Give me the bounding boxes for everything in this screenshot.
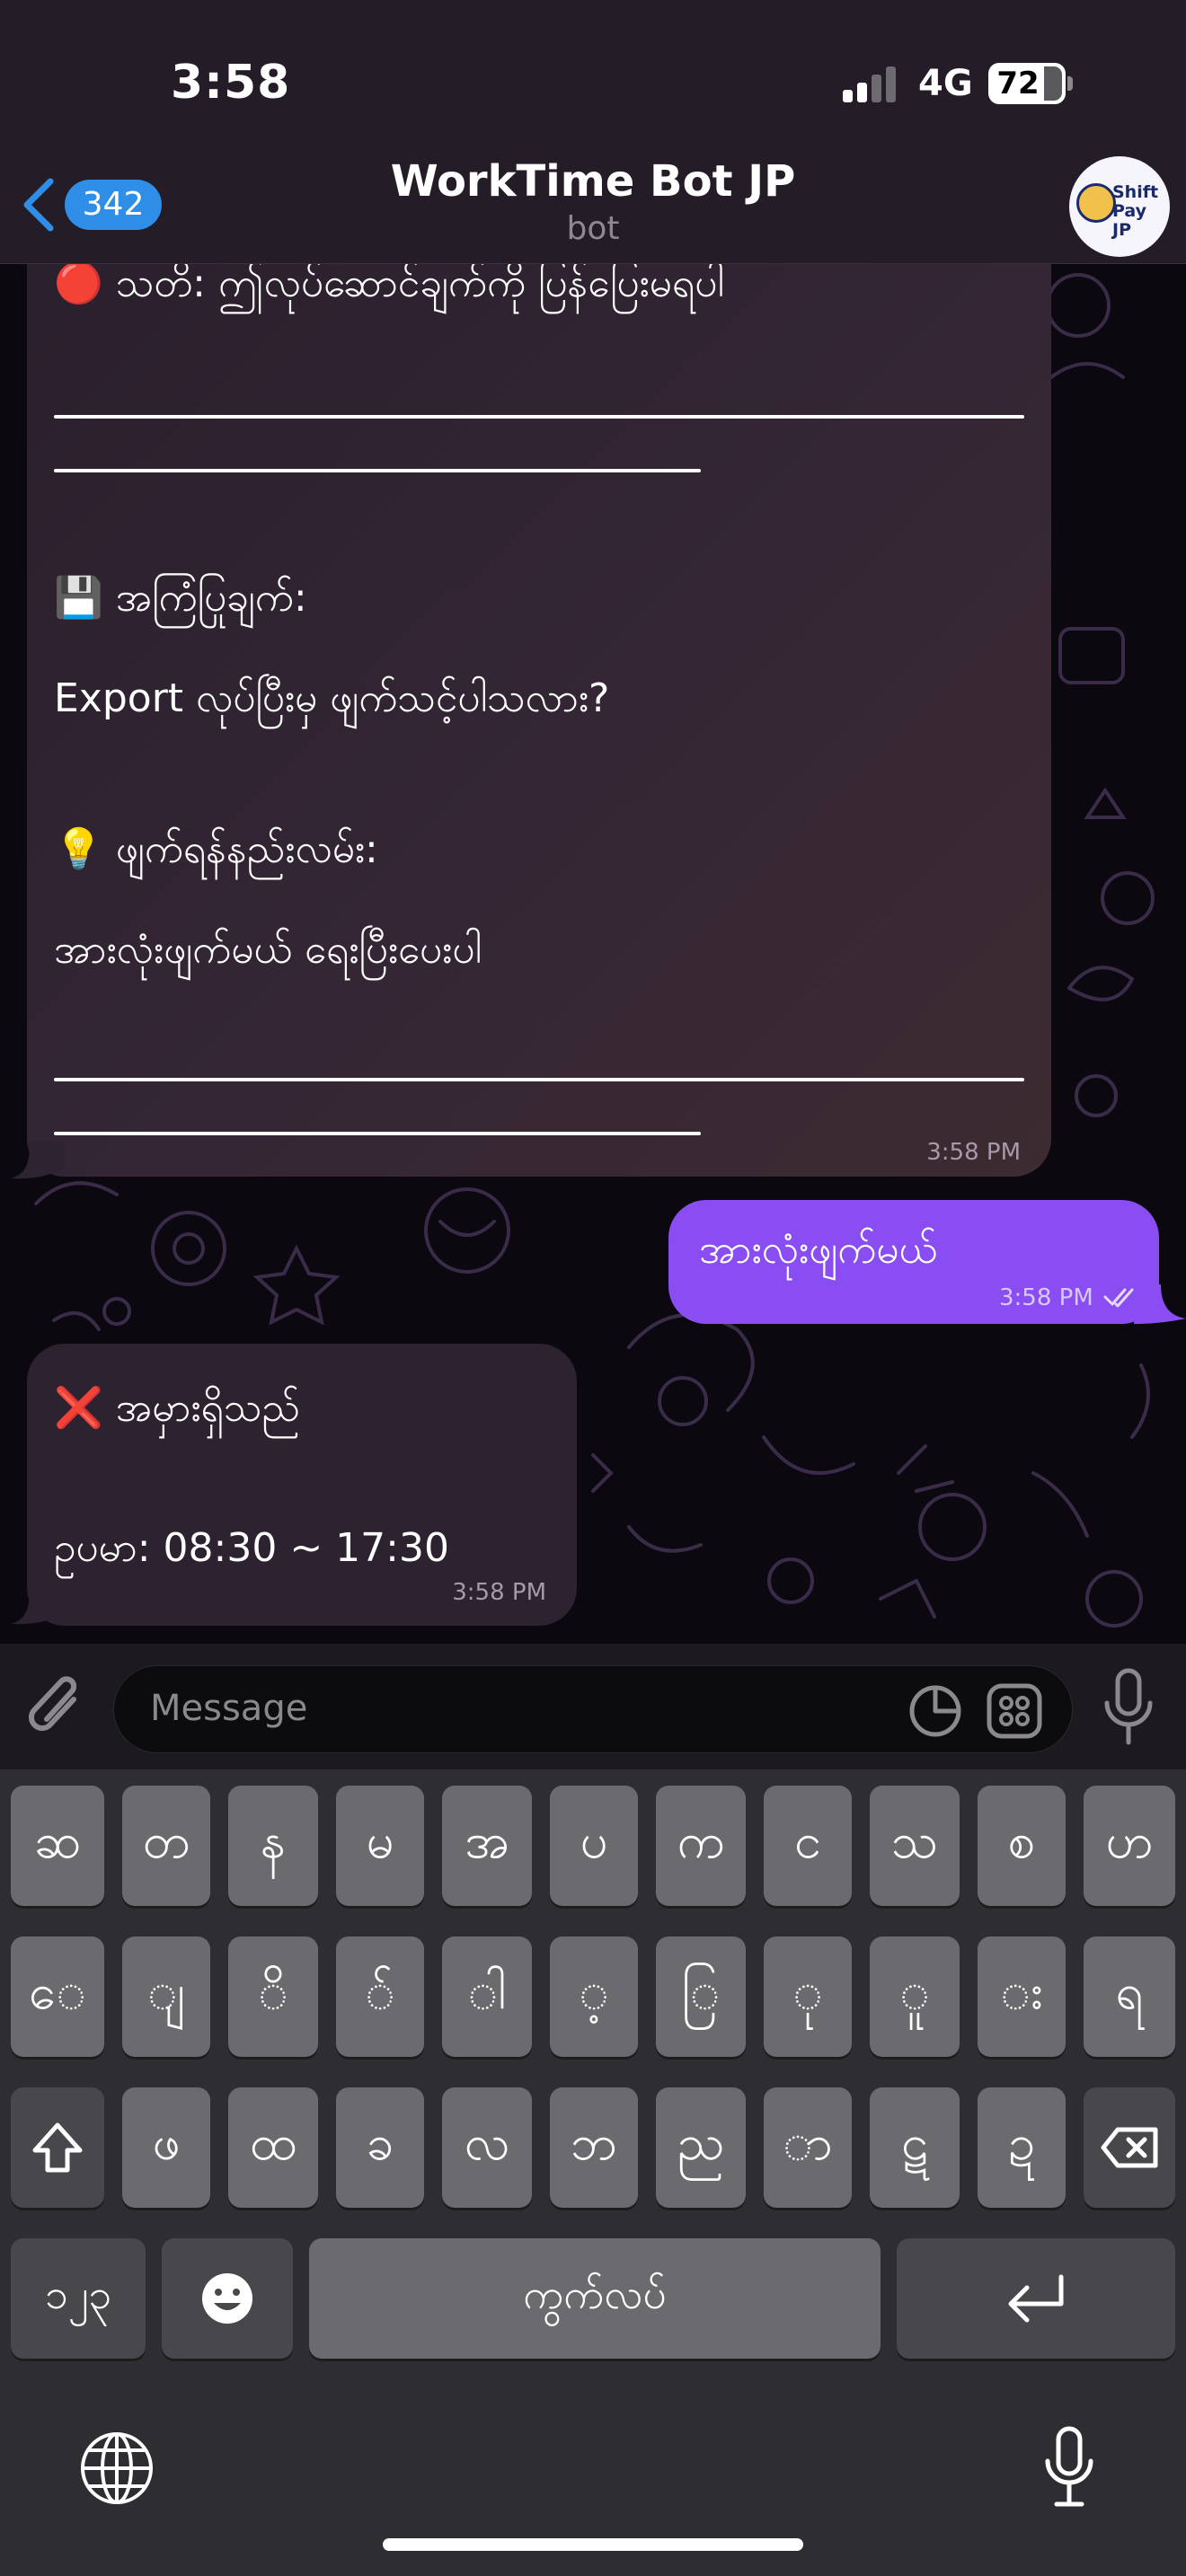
backspace-key[interactable] (1084, 2087, 1175, 2208)
method-text: အားလုံးဖျက်မယ် ရေးပြီးပေးပါ (54, 927, 482, 973)
method-heading: 💡 ဖျက်ရန်နည်းလမ်း: (54, 826, 378, 872)
sticker-icon[interactable] (907, 1682, 964, 1740)
key[interactable]: ည (656, 2087, 746, 2208)
shift-arrow-icon (32, 2122, 83, 2173)
bot-avatar[interactable]: Shift Pay JP (1069, 156, 1170, 257)
key[interactable]: း (978, 1936, 1066, 2057)
message-time: 3:58 PM (452, 1579, 546, 1606)
chat-subtitle: bot (566, 210, 620, 247)
battery-level: 72 (996, 66, 1040, 101)
battery-icon: 72 (988, 63, 1075, 106)
key[interactable]: ရ (1084, 1936, 1175, 2057)
message-composer: Message (0, 1644, 1186, 1769)
chat-header: 3:58 4G 72 342 WorkTime Bot JP bot Shift… (0, 0, 1186, 264)
key[interactable]: ါ (442, 1936, 532, 2057)
key[interactable]: ဋ (870, 2087, 960, 2208)
message-input[interactable]: Message (113, 1665, 1073, 1753)
key[interactable]: လ (442, 2087, 532, 2208)
key[interactable]: ာ (764, 2087, 852, 2208)
dictation-mic-icon[interactable] (1042, 2425, 1096, 2510)
key[interactable]: ် (336, 1936, 424, 2057)
key[interactable]: ထ (228, 2087, 318, 2208)
key[interactable]: အ (442, 1786, 532, 1906)
key[interactable]: တ (122, 1786, 210, 1906)
key[interactable]: ဖ (122, 2087, 210, 2208)
key[interactable]: န (228, 1786, 318, 1906)
key[interactable]: ပ (550, 1786, 638, 1906)
message-placeholder: Message (150, 1688, 308, 1729)
key[interactable]: ဘ (550, 2087, 638, 2208)
coin-icon (1076, 183, 1116, 223)
bubble-tail (11, 1586, 65, 1625)
advice-heading: 💾 အကြံပြုချက်: (54, 575, 307, 621)
backspace-icon (1101, 2127, 1158, 2168)
shift-key[interactable] (11, 2087, 104, 2208)
microphone-icon[interactable] (1100, 1667, 1157, 1750)
key[interactable]: ့ (550, 1936, 638, 2057)
bot-message-bubble[interactable]: 🔴 သတိ: ဤလုပ်ဆောင်ချက်ကို ပြန်ပြေးမရပါ 💾 … (27, 207, 1051, 1177)
bot-error-bubble[interactable]: ❌ အမှားရှိသည် ဥပမာ: 08:30 ~ 17:30 3:58 P… (27, 1344, 577, 1626)
key[interactable]: ခ (336, 2087, 424, 2208)
warning-line: 🔴 သတိ: ဤလုပ်ဆောင်ချက်ကို ပြန်ပြေးမရပါ (54, 260, 724, 306)
key[interactable]: က (656, 1786, 746, 1906)
key[interactable]: ေ (11, 1936, 104, 2057)
bubble-tail (1134, 1284, 1186, 1324)
avatar-logo-text: Shift Pay JP (1112, 182, 1159, 240)
message-time: 3:58 PM (999, 1284, 1093, 1311)
key[interactable]: စ (978, 1786, 1066, 1906)
user-message-text: အားလုံးဖျက်မယ် (699, 1227, 938, 1273)
divider-line (54, 415, 1024, 419)
divider-line (54, 469, 701, 472)
paperclip-icon[interactable] (25, 1672, 90, 1744)
globe-icon[interactable] (79, 2430, 155, 2506)
home-indicator[interactable] (383, 2538, 803, 2551)
return-key[interactable] (897, 2238, 1175, 2359)
key[interactable]: ဆ (11, 1786, 104, 1906)
bubble-tail (11, 1141, 65, 1179)
key[interactable]: မ (336, 1786, 424, 1906)
key[interactable]: ြ (656, 1936, 746, 2057)
space-key[interactable]: ကွက်လပ် (309, 2238, 881, 2359)
network-type: 4G (918, 63, 973, 104)
key[interactable]: ျ (122, 1936, 210, 2057)
return-arrow-icon (1008, 2274, 1064, 2323)
example-text: ဥပမာ: 08:30 ~ 17:30 (54, 1525, 449, 1571)
message-time: 3:58 PM (926, 1139, 1021, 1166)
key[interactable]: င (764, 1786, 852, 1906)
key[interactable]: သ (870, 1786, 960, 1906)
error-heading: ❌ အမှားရှိသည် (54, 1385, 300, 1431)
user-message-bubble[interactable]: အားလုံးဖျက်မယ် 3:58 PM (668, 1200, 1159, 1324)
emoji-icon (202, 2273, 252, 2324)
divider-line (54, 1132, 701, 1135)
key[interactable]: ဟ (1084, 1786, 1175, 1906)
divider-line (54, 1078, 1024, 1081)
numbers-key[interactable]: ၁၂၃ (11, 2238, 146, 2359)
key[interactable]: ိ (228, 1936, 318, 2057)
emoji-key[interactable] (162, 2238, 293, 2359)
apps-grid-icon[interactable] (986, 1682, 1043, 1740)
key[interactable]: ူ (870, 1936, 960, 2057)
advice-text: Export လုပ်ပြီးမှ ဖျက်သင့်ပါသလား? (54, 675, 610, 721)
chat-title[interactable]: WorkTime Bot JP (0, 156, 1186, 207)
key[interactable]: ဍ (978, 2087, 1066, 2208)
key[interactable]: ု (764, 1936, 852, 2057)
cellular-signal-icon (843, 66, 896, 102)
status-time: 3:58 (171, 56, 291, 110)
